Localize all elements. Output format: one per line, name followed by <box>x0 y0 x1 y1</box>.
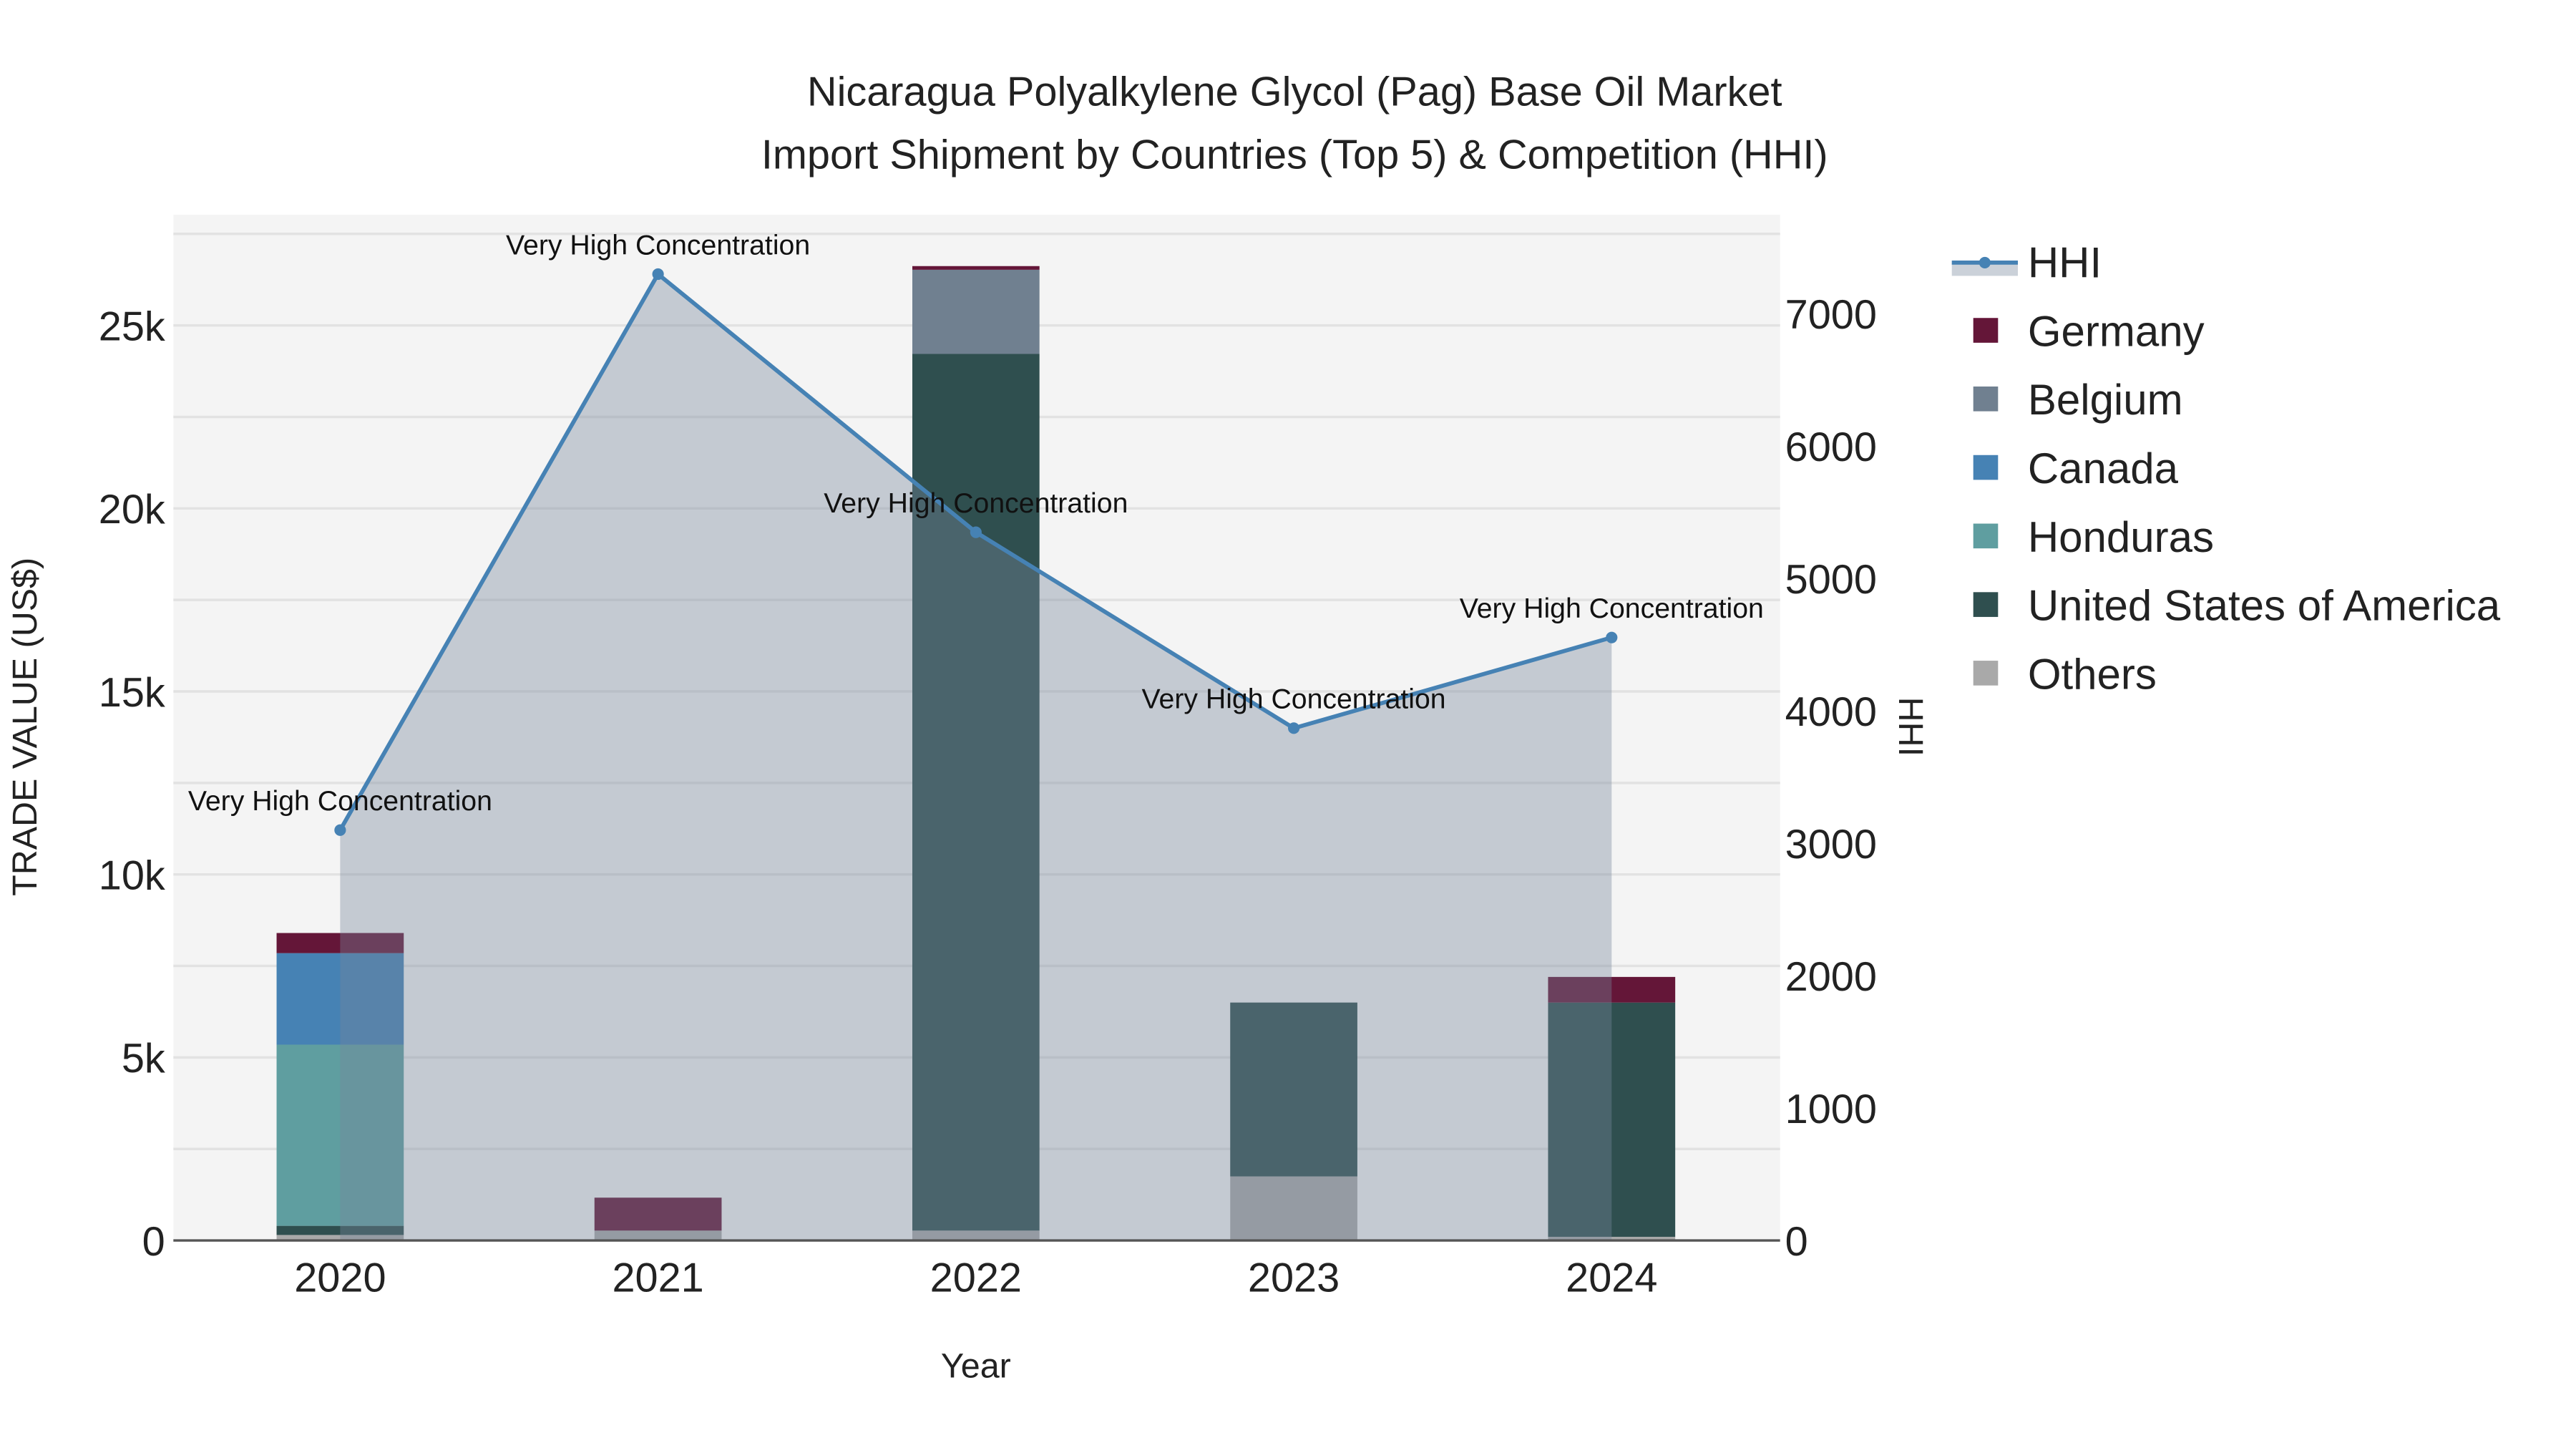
x-tick-label: 2021 <box>612 1255 703 1301</box>
x-tick-label: 2022 <box>930 1255 1022 1301</box>
legend-swatch-united-states-of-america <box>1973 592 1999 617</box>
y2-axis-title: HHI <box>1891 697 1930 757</box>
hhi-annotation: Very High Concentration <box>506 229 810 261</box>
hhi-point-2023 <box>1288 722 1300 734</box>
y-tick-label: 5k <box>122 1036 165 1082</box>
hhi-annotation: Very High Concentration <box>1460 593 1764 624</box>
legend-swatch-canada <box>1973 455 1999 480</box>
legend-swatch-germany <box>1973 318 1999 343</box>
x-tick-label: 2023 <box>1248 1255 1340 1301</box>
hhi-annotation: Very High Concentration <box>824 487 1128 519</box>
legend-label-united-states-of-america: United States of America <box>2028 582 2501 630</box>
hhi-point-2022 <box>970 526 982 538</box>
x-axis-ticks: 2020 2021 2022 2023 2024 <box>294 1255 1657 1301</box>
legend-label-hhi: HHI <box>2028 239 2102 287</box>
y2-tick-label: 4000 <box>1785 689 1877 735</box>
legend: HHI Germany Belgium Canada Honduras United St… <box>1951 239 2501 698</box>
hhi-point-2021 <box>652 268 664 281</box>
legend-label-others: Others <box>2028 650 2157 698</box>
legend-swatch-others <box>1973 661 1999 686</box>
y-axis-ticks: 0 5k 10k 15k 20k 25k <box>99 303 165 1264</box>
legend-hhi-marker <box>1979 256 1991 268</box>
legend-swatch-honduras <box>1973 523 1999 549</box>
y2-tick-label: 3000 <box>1785 822 1877 868</box>
legend-label-honduras: Honduras <box>2028 513 2214 561</box>
y2-axis-ticks: 0 1000 2000 3000 4000 5000 6000 7000 <box>1785 292 1877 1265</box>
hhi-annotation: Very High Concentration <box>1142 684 1446 715</box>
legend-label-canada: Canada <box>2028 444 2179 492</box>
y-tick-label: 10k <box>99 852 165 898</box>
y-tick-label: 20k <box>99 487 165 533</box>
legend-label-germany: Germany <box>2028 307 2205 355</box>
y2-tick-label: 5000 <box>1785 557 1877 603</box>
x-tick-label: 2020 <box>294 1255 386 1301</box>
x-axis-title: Year <box>941 1347 1011 1386</box>
hhi-point-2020 <box>334 824 346 836</box>
y-tick-label: 25k <box>99 303 165 349</box>
y2-tick-label: 1000 <box>1785 1087 1877 1132</box>
hhi-annotation: Very High Concentration <box>188 785 492 817</box>
x-tick-label: 2024 <box>1566 1255 1657 1301</box>
y2-tick-label: 7000 <box>1785 292 1877 338</box>
legend-swatch-belgium <box>1973 387 1999 412</box>
chart-title-line2: Import Shipment by Countries (Top 5) & C… <box>761 132 1828 178</box>
chart: Very High Concentration Very High Concent… <box>6 69 2501 1386</box>
y-tick-label: 15k <box>99 670 165 716</box>
y2-tick-label: 6000 <box>1785 424 1877 470</box>
legend-label-belgium: Belgium <box>2028 376 2183 424</box>
y2-tick-label: 0 <box>1785 1219 1808 1265</box>
bar-germany-2022 <box>912 266 1040 270</box>
bar-belgium-2022 <box>912 269 1040 354</box>
hhi-point-2024 <box>1606 631 1618 643</box>
y-axis-title: TRADE VALUE (US$) <box>6 558 44 896</box>
y-tick-label: 0 <box>142 1219 165 1265</box>
chart-title-line1: Nicaragua Polyalkylene Glycol (Pag) Base… <box>807 69 1782 115</box>
y2-tick-label: 2000 <box>1785 954 1877 1000</box>
